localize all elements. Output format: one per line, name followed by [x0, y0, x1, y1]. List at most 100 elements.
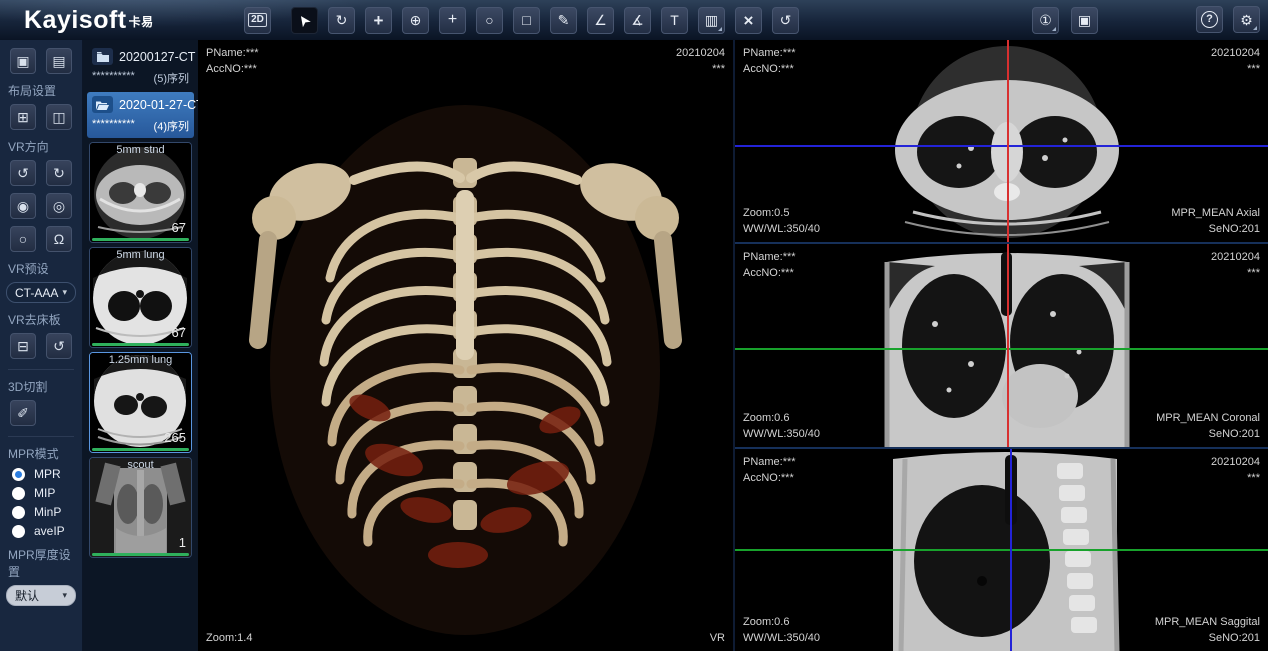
tool-save[interactable]: ▣: [1071, 7, 1098, 34]
thumbnail-5mm-stnd[interactable]: 5mm stnd 67: [89, 142, 192, 243]
tool-rectangle[interactable]: □: [513, 7, 540, 34]
layout-report-icon: ▤: [52, 53, 65, 70]
thumbnail-5mm-lung[interactable]: 5mm lung 67: [89, 247, 192, 348]
radio-icon: [12, 525, 25, 538]
bed-reset-button[interactable]: ↺: [46, 333, 72, 359]
tool-ellipse[interactable]: ○: [476, 7, 503, 34]
tool-rotate-3d[interactable]: ↻: [328, 7, 355, 34]
scalpel-button[interactable]: ✐: [10, 400, 36, 426]
layout-single-icon: ▣: [16, 53, 29, 70]
mpr-thickness-value: 默认: [15, 587, 39, 604]
sagittal-crosshair-horizontal[interactable]: [735, 549, 1268, 551]
text-annotation-icon: T: [670, 13, 679, 27]
tool-window-level[interactable]: ▥: [698, 7, 725, 34]
series-masked-id: **********: [92, 70, 135, 86]
vr-direction-label: VR方向: [8, 138, 82, 155]
sagittal-viewport[interactable]: PName:*** AccNO:*** 20210204 *** Zoom:0.…: [735, 449, 1268, 651]
series-title: 20200127-CT: [119, 50, 195, 64]
vr-head-top-button[interactable]: ○: [10, 226, 36, 252]
axial-image: [735, 40, 1268, 242]
pointer-icon: ➤: [295, 11, 315, 30]
folder-open-icon: [92, 96, 113, 113]
tool-text-annotation[interactable]: T: [661, 7, 688, 34]
layout-split-button[interactable]: ◫: [46, 104, 72, 130]
main-toolbar: 2D ➤ ↻ + ⊕ + ○ □ ✎ ∠ ∡ T ▥ × ↺: [244, 7, 799, 34]
vr-rotate-right-button[interactable]: ↻: [46, 160, 72, 186]
thumbnail-1-25mm-lung[interactable]: 1.25mm lung 265: [89, 352, 192, 453]
mpr-mode-option-mpr[interactable]: MPR: [12, 467, 82, 481]
tool-pan[interactable]: +: [365, 7, 392, 34]
radio-icon: [12, 487, 25, 500]
vr-remove-bed-label: VR去床板: [8, 311, 82, 328]
thumbnail-image: [90, 458, 191, 557]
vr-rotate-left-icon: ↺: [17, 165, 29, 182]
tool-crosshair[interactable]: +: [439, 7, 466, 34]
cobb-angle-icon: ∡: [631, 13, 644, 27]
vr-preset-select[interactable]: CT-AAA ▾: [6, 282, 76, 303]
report-icon: ①: [1039, 13, 1052, 27]
vr-view-back-button[interactable]: ◎: [46, 193, 72, 219]
coronal-crosshair-vertical[interactable]: [1007, 244, 1009, 446]
app-logo: Kayisoft卡易: [0, 6, 230, 35]
sagittal-crosshair-vertical[interactable]: [1010, 449, 1012, 651]
tool-settings[interactable]: ⚙: [1233, 6, 1260, 33]
save-icon: ▣: [1078, 13, 1091, 27]
mpr-mode-label: MPR模式: [8, 445, 82, 462]
tool-cobb-angle[interactable]: ∡: [624, 7, 651, 34]
delete-icon: ×: [744, 12, 754, 29]
vr-preset-label: VR预设: [8, 260, 82, 277]
thumbnail-image-count: 265: [164, 430, 186, 445]
thumbnail-label: 5mm stnd: [90, 144, 191, 156]
axial-crosshair-horizontal[interactable]: [735, 145, 1268, 147]
radio-selected-icon: [12, 468, 25, 481]
thumbnail-progress-bar: [92, 553, 189, 556]
series-count: (4)序列: [154, 118, 189, 134]
coronal-viewport[interactable]: PName:*** AccNO:*** 20210204 *** Zoom:0.…: [735, 244, 1268, 446]
series-masked-id: **********: [92, 118, 135, 134]
series-item-2[interactable]: 2020-01-27-CT ********** (4)序列: [87, 92, 194, 138]
layout-grid-icon: ⊞: [17, 109, 29, 126]
zoom-in-icon: ⊕: [410, 13, 422, 27]
folder-icon: [92, 48, 113, 65]
mpr-thickness-label: MPR厚度设置: [8, 546, 82, 580]
tool-zoom-in[interactable]: ⊕: [402, 7, 429, 34]
vr-rotate-left-button[interactable]: ↺: [10, 160, 36, 186]
series-item-1[interactable]: 20200127-CT ********** (5)序列: [87, 44, 194, 90]
chevron-down-icon: ▾: [62, 287, 67, 298]
layout-single-button[interactable]: ▣: [10, 48, 36, 74]
axial-viewport[interactable]: PName:*** AccNO:*** 20210204 *** Zoom:0.…: [735, 40, 1268, 242]
mpr-mode-option-label: aveIP: [34, 524, 65, 538]
tool-report[interactable]: ①: [1032, 7, 1059, 34]
thumbnail-image-count: 67: [172, 220, 186, 235]
vr-viewport[interactable]: PName:*** AccNO:*** 20210204 *** Zoom:1.…: [198, 40, 733, 651]
dicom-viewer-app: Kayisoft卡易 2D ➤ ↻ + ⊕ + ○ □ ✎ ∠ ∡ T ▥ × …: [0, 0, 1268, 651]
mpr-mode-option-mip[interactable]: MIP: [12, 486, 82, 500]
mpr-mode-option-aveip[interactable]: aveIP: [12, 524, 82, 538]
tool-angle[interactable]: ∠: [587, 7, 614, 34]
layout-split-icon: ◫: [52, 109, 65, 126]
tool-reset[interactable]: ↺: [772, 7, 799, 34]
thumbnail-progress-bar: [92, 238, 189, 241]
angle-icon: ∠: [594, 13, 607, 27]
settings-icon: ⚙: [1240, 13, 1253, 27]
layout-report-button[interactable]: ▤: [46, 48, 72, 74]
mpr-mode-option-label: MIP: [34, 486, 55, 500]
vr-head-bottom-button[interactable]: Ω: [46, 226, 72, 252]
chevron-down-icon: ▾: [62, 590, 67, 601]
layout-settings-label: 布局设置: [8, 82, 82, 99]
axial-crosshair-vertical[interactable]: [1007, 40, 1009, 242]
tool-help[interactable]: ?: [1196, 6, 1223, 33]
tool-pointer[interactable]: ➤: [291, 7, 318, 34]
layout-grid-button[interactable]: ⊞: [10, 104, 36, 130]
mpr-thickness-select[interactable]: 默认 ▾: [6, 585, 76, 606]
vr-view-front-button[interactable]: ◉: [10, 193, 36, 219]
coronal-crosshair-horizontal[interactable]: [735, 348, 1268, 350]
tool-measure-line[interactable]: ✎: [550, 7, 577, 34]
vr-view-back-icon: ◎: [53, 198, 65, 215]
tool-view-2d[interactable]: 2D: [244, 7, 271, 34]
coronal-image: [735, 244, 1268, 446]
tool-delete[interactable]: ×: [735, 7, 762, 34]
thumbnail-scout[interactable]: scout 1: [89, 457, 192, 558]
remove-bed-button[interactable]: ⊟: [10, 333, 36, 359]
mpr-mode-option-minp[interactable]: MinP: [12, 505, 82, 519]
